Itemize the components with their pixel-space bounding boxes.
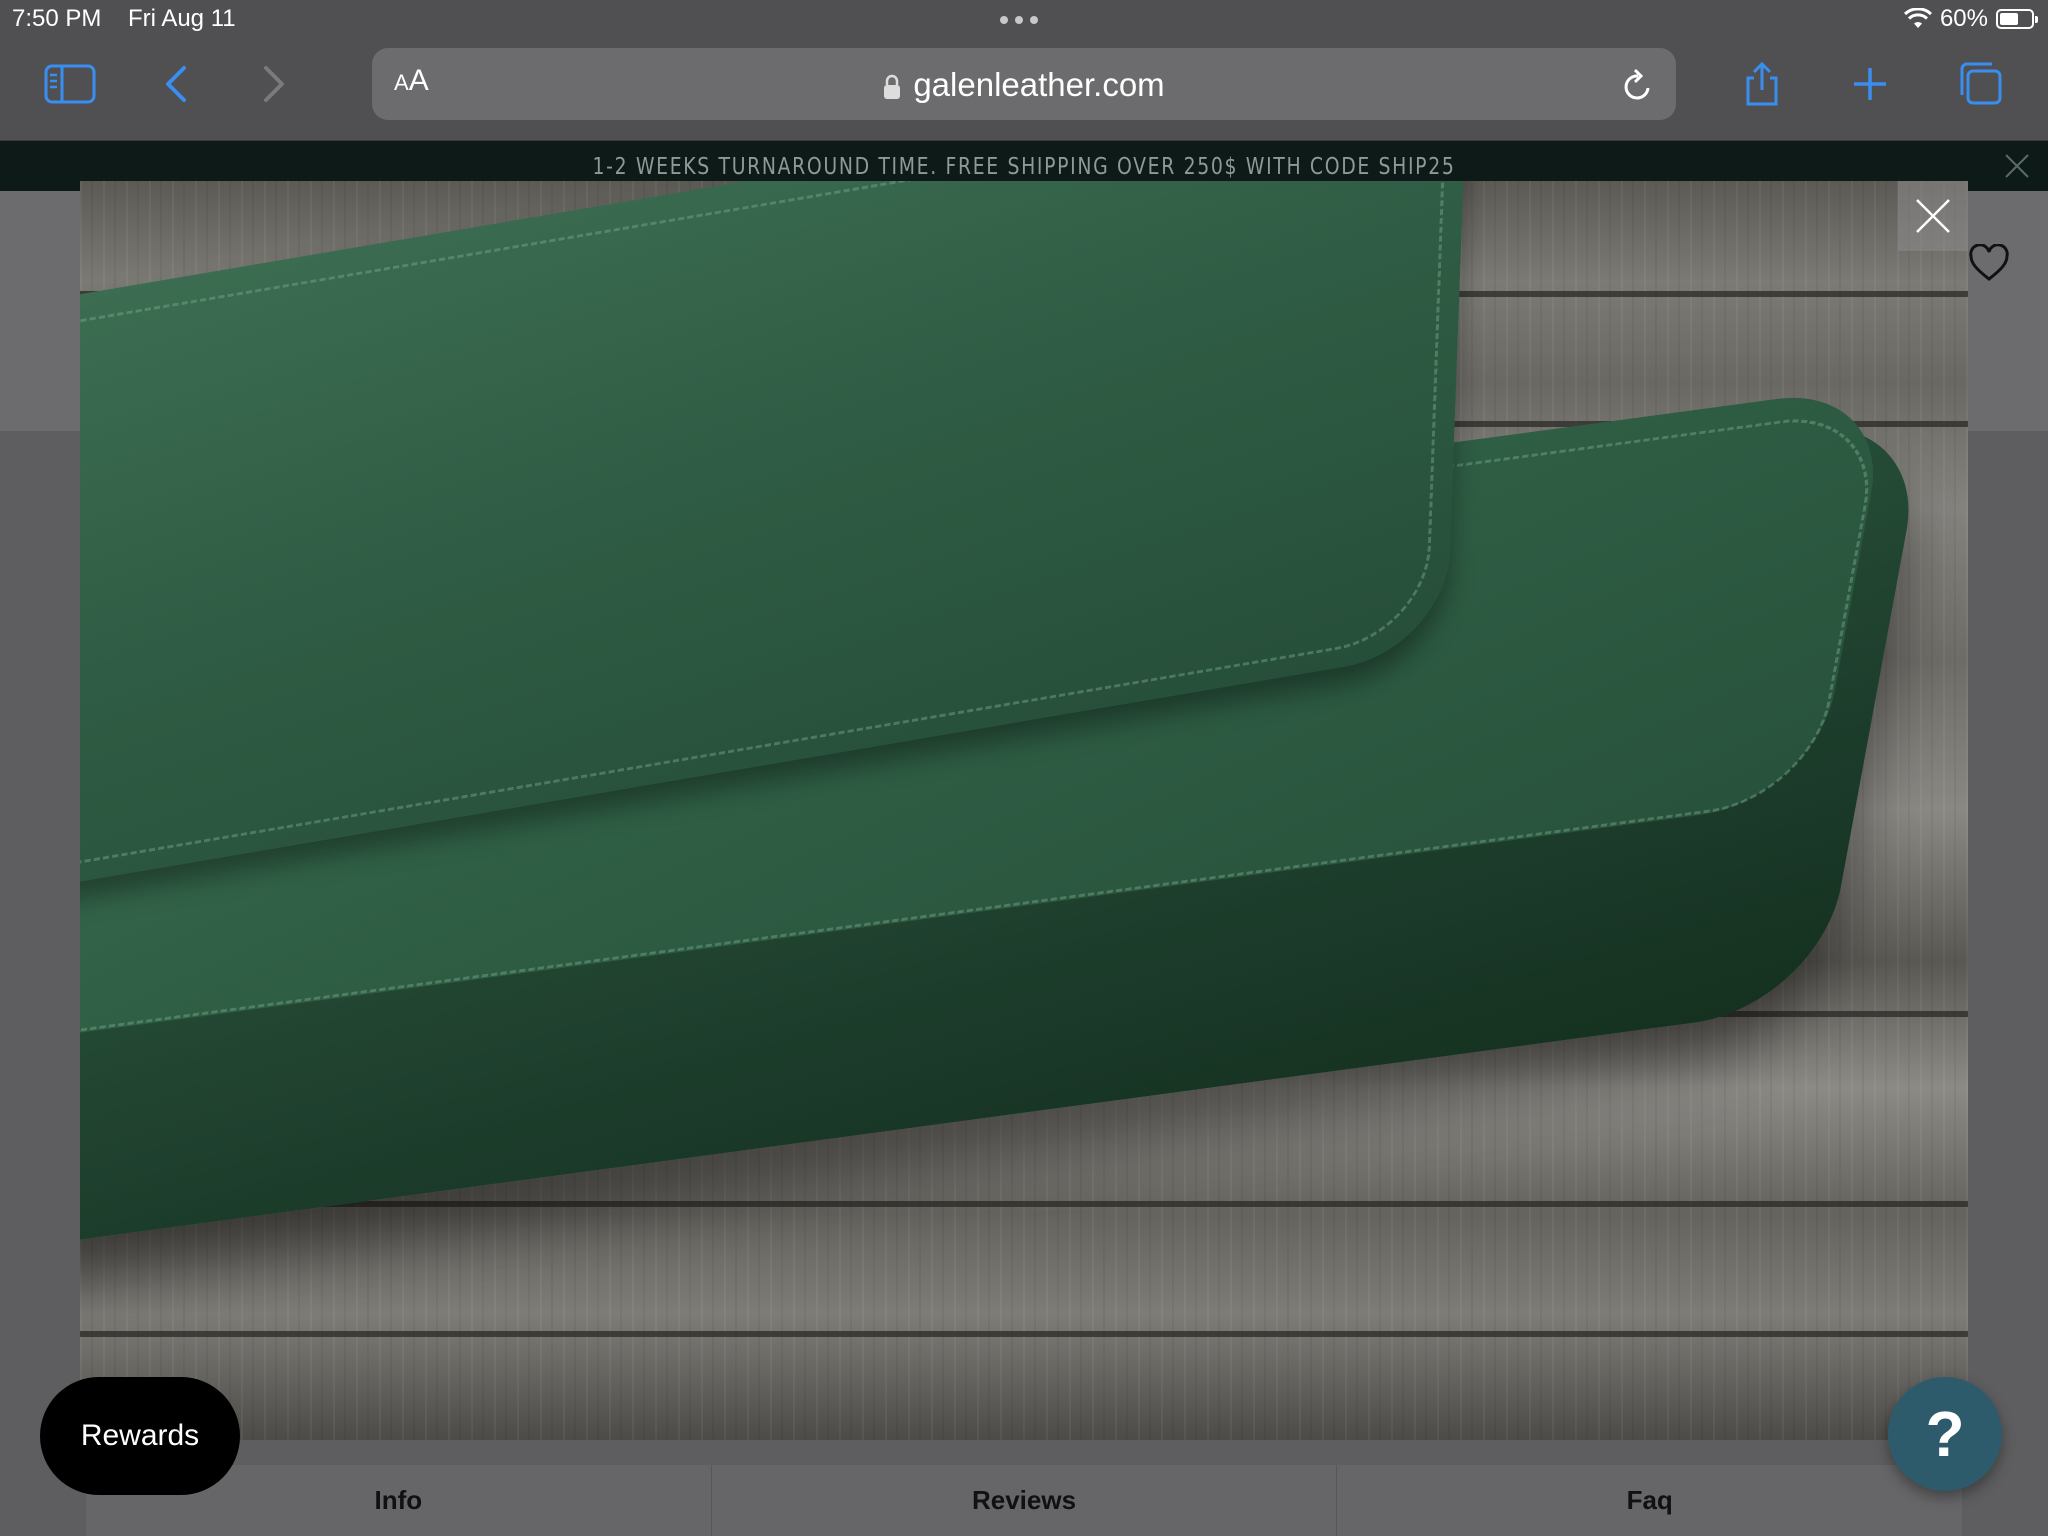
product-tabs: Info Reviews Faq — [86, 1465, 1962, 1536]
close-icon[interactable] — [2004, 153, 2030, 179]
status-right: 60% — [1903, 5, 2038, 33]
promo-text: 1-2 WEEKS TURNAROUND TIME. FREE SHIPPING… — [592, 154, 1456, 180]
battery-icon — [1996, 9, 2038, 29]
chevron-left-icon — [166, 66, 186, 102]
status-bar: 7:50 PM Fri Aug 11 60% — [0, 0, 2048, 38]
lightbox-close-button[interactable] — [1898, 181, 1968, 251]
status-time: 7:50 PM — [12, 5, 102, 32]
tabs-overview-icon[interactable] — [1952, 60, 2008, 108]
status-date: Fri Aug 11 — [128, 5, 236, 32]
forward-button[interactable] — [246, 60, 302, 108]
close-icon — [1916, 199, 1950, 233]
tab-faq[interactable]: Faq — [1337, 1465, 1962, 1536]
reload-icon[interactable] — [1620, 64, 1656, 104]
share-icon[interactable] — [1734, 60, 1790, 108]
browser-toolbar: AA galenleather.com — [0, 38, 2048, 141]
product-tabs-area: Info Reviews Faq — [0, 1440, 2048, 1536]
product-image-lightbox — [80, 181, 1968, 1440]
url-text: galenleather.com — [913, 66, 1165, 103]
wifi-icon — [1903, 8, 1932, 28]
lock-icon — [884, 75, 901, 100]
sidebar-toggle-icon[interactable] — [42, 60, 98, 108]
address-bar[interactable]: AA galenleather.com — [372, 48, 1676, 120]
back-button[interactable] — [148, 60, 204, 108]
help-button[interactable]: ? — [1888, 1377, 2002, 1491]
multitasking-dots-icon[interactable] — [1000, 16, 1038, 24]
heart-icon[interactable] — [1968, 244, 2010, 282]
new-tab-icon[interactable] — [1842, 60, 1898, 108]
tab-reviews[interactable]: Reviews — [712, 1465, 1338, 1536]
rewards-button[interactable]: Rewards — [40, 1377, 240, 1495]
chevron-right-icon — [264, 66, 284, 102]
battery-percent: 60% — [1939, 5, 1988, 32]
